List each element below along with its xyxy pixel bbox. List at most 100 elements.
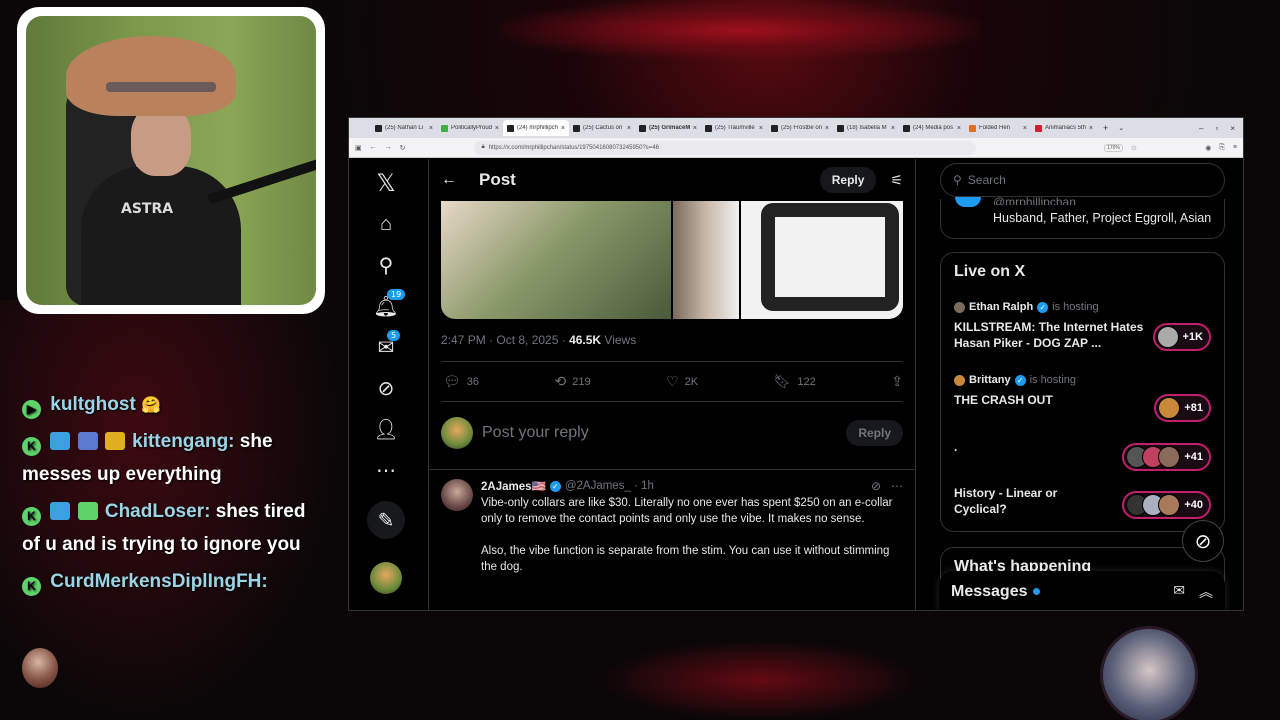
live-space-item[interactable]: Brittany ✓ is hosting THE CRASH OUT +81 [954,374,1211,422]
x-favicon-icon [837,124,844,132]
reply-author-name[interactable]: 2AJames🇺🇸 [481,479,546,493]
media-image[interactable] [441,201,671,319]
profile-handle[interactable]: @mrphillipchan [993,195,1076,205]
browser-tab[interactable]: (25) Nathan Li × [371,120,437,136]
close-tab-icon[interactable]: × [561,125,565,132]
browser-tab[interactable]: Folded Hen × [965,120,1031,136]
live-space-item[interactable]: . +41 [954,439,1211,471]
browser-tab-active[interactable]: (24) mrphillipch × [503,120,569,136]
new-message-icon[interactable]: ✉ [1173,582,1185,602]
reply-tweet[interactable]: 2AJames🇺🇸 ✓ @2AJames_ · 1h ⊘ ⋯ Vibe-only … [441,479,903,591]
compose-post-icon[interactable]: ✎ [367,501,405,539]
url-field[interactable]: 🔒︎ https://x.com/mrphillipchan/status/19… [473,140,977,155]
back-arrow-icon[interactable]: ← [441,171,471,189]
like-action-button[interactable]: ♡ 2K [666,373,698,390]
post-header: ← Post Reply ⚟ [429,159,915,201]
reply-action-button[interactable]: 💬︎ 36 [443,373,479,390]
grok-icon[interactable]: ⊘ [367,369,405,407]
media-image[interactable] [741,201,903,319]
shirt-print: ASTRA [121,201,174,217]
zoom-level[interactable]: 170% [1104,143,1123,152]
close-tab-icon[interactable]: × [957,125,961,132]
bookmark-star-icon[interactable]: ☆ [1131,144,1137,152]
close-tab-icon[interactable]: × [1089,125,1093,132]
close-tab-icon[interactable]: × [429,125,433,132]
account-icon[interactable]: ◉ [1205,144,1211,152]
search-input[interactable]: ⚲ Search [940,163,1225,197]
search-placeholder: Search [967,173,1006,187]
messages-mail-icon[interactable]: ✉ 5 [367,328,405,366]
close-tab-icon[interactable]: × [627,125,631,132]
close-tab-icon[interactable]: × [759,125,763,132]
tab-list-icon[interactable]: ⌄ [1118,124,1124,132]
bookmark-action-button[interactable]: 🔖︎ 122 [774,373,816,390]
browser-tab[interactable]: (25) Frostbe on × [767,120,833,136]
live-space-item[interactable]: History - Linear or Cyclical? +40 [954,485,1211,519]
messages-drawer[interactable]: Messages ✉ ︽ [939,571,1225,610]
host-name: Ethan Ralph [969,301,1034,313]
tab-label: Folded Hen [979,125,1011,131]
reply-header: 2AJames🇺🇸 ✓ @2AJames_ · 1h ⊘ ⋯ [481,479,903,493]
messages-title: Messages [951,582,1028,600]
post-time[interactable]: 2:47 PM · Oct 8, 2025 · [441,333,569,347]
close-tab-icon[interactable]: × [693,125,697,132]
share-action-button[interactable]: ⇪ [891,373,903,390]
browser-tab[interactable]: (25) Traumville × [701,120,767,136]
new-tab-icon[interactable]: + [1103,123,1108,133]
browser-tab[interactable]: (18) Isabella M × [833,120,899,136]
profile-icon[interactable]: 👤︎ [367,410,405,448]
search-icon: ⚲ [953,173,962,187]
maximize-icon[interactable]: ▫ [1215,124,1218,133]
browser-tab[interactable]: PoliticallyProud × [437,120,503,136]
x-favicon-icon [639,124,646,132]
close-tab-icon[interactable]: × [825,125,829,132]
listener-pill: +40 [1122,491,1211,519]
reply-author-avatar[interactable] [441,479,473,511]
reload-icon[interactable]: ↻ [400,144,406,152]
explore-search-icon[interactable]: ⚲ [367,246,405,284]
forward-icon[interactable]: → [385,144,392,151]
header-reply-button[interactable]: Reply [819,167,877,193]
reply-input[interactable]: Post your reply [482,424,846,442]
chat-message: K CurdMerkensDiplIngFH: [22,565,322,598]
grok-floating-button[interactable]: ⊘ [1182,520,1224,562]
x-logo-icon[interactable]: 𝕏 [367,164,405,202]
home-icon[interactable]: ⌂ [367,205,405,243]
close-tab-icon[interactable]: × [495,125,499,132]
messages-actions: ✉ ︽ [1173,582,1213,602]
listener-avatar [1158,494,1181,516]
close-tab-icon[interactable]: × [891,125,895,132]
filter-settings-icon[interactable]: ⚟ [890,172,903,189]
browser-tab[interactable]: Animaniacs 5th × [1031,120,1097,136]
media-image[interactable] [673,201,739,319]
menu-icon[interactable]: ≡ [1233,144,1237,151]
browser-tab[interactable]: (25) GrimaceMe × [635,120,701,136]
repost-action-button[interactable]: ⟲ 219 [555,373,591,390]
live-title: KILLSTREAM: The Internet Hates Hasan Pik… [954,320,1144,350]
extensions-icon[interactable]: ⎘ [1219,144,1225,152]
account-avatar[interactable] [370,562,402,594]
notifications-bell-icon[interactable]: 🔔︎ 19 [367,287,406,325]
browser-tab[interactable]: (25) Cactus on × [569,120,635,136]
reply-author-handle[interactable]: @2AJames_ · 1h [565,480,867,492]
webcam-frame: ASTRA [17,7,325,314]
tab-label: (18) Isabella M [847,125,887,131]
more-options-icon[interactable]: ⋯ [891,479,903,493]
close-window-icon[interactable]: × [1230,124,1235,133]
host-avatar [954,374,965,386]
browser-tab[interactable]: (24) Media pos × [899,120,965,136]
grok-explain-icon[interactable]: ⊘ [871,479,881,493]
close-tab-icon[interactable]: × [1023,125,1027,132]
post-media[interactable] [441,201,903,319]
streamer-avatar [1100,626,1198,720]
minimize-icon[interactable]: – [1199,124,1203,133]
live-space-item[interactable]: Ethan Ralph ✓ is hosting KILLSTREAM: The… [954,301,1211,351]
bookmark-count: 122 [797,375,816,388]
reply-submit-button[interactable]: Reply [846,420,903,446]
browser-window: (25) Nathan Li × PoliticallyProud × (24) m… [348,117,1244,611]
back-icon[interactable]: ← [370,144,377,151]
more-icon[interactable]: ⋯ [367,451,405,489]
expand-chevron-icon[interactable]: ︽ [1199,582,1213,602]
sidebar-toggle-icon[interactable]: ▣ [355,144,362,152]
profile-avatar[interactable] [955,197,981,207]
